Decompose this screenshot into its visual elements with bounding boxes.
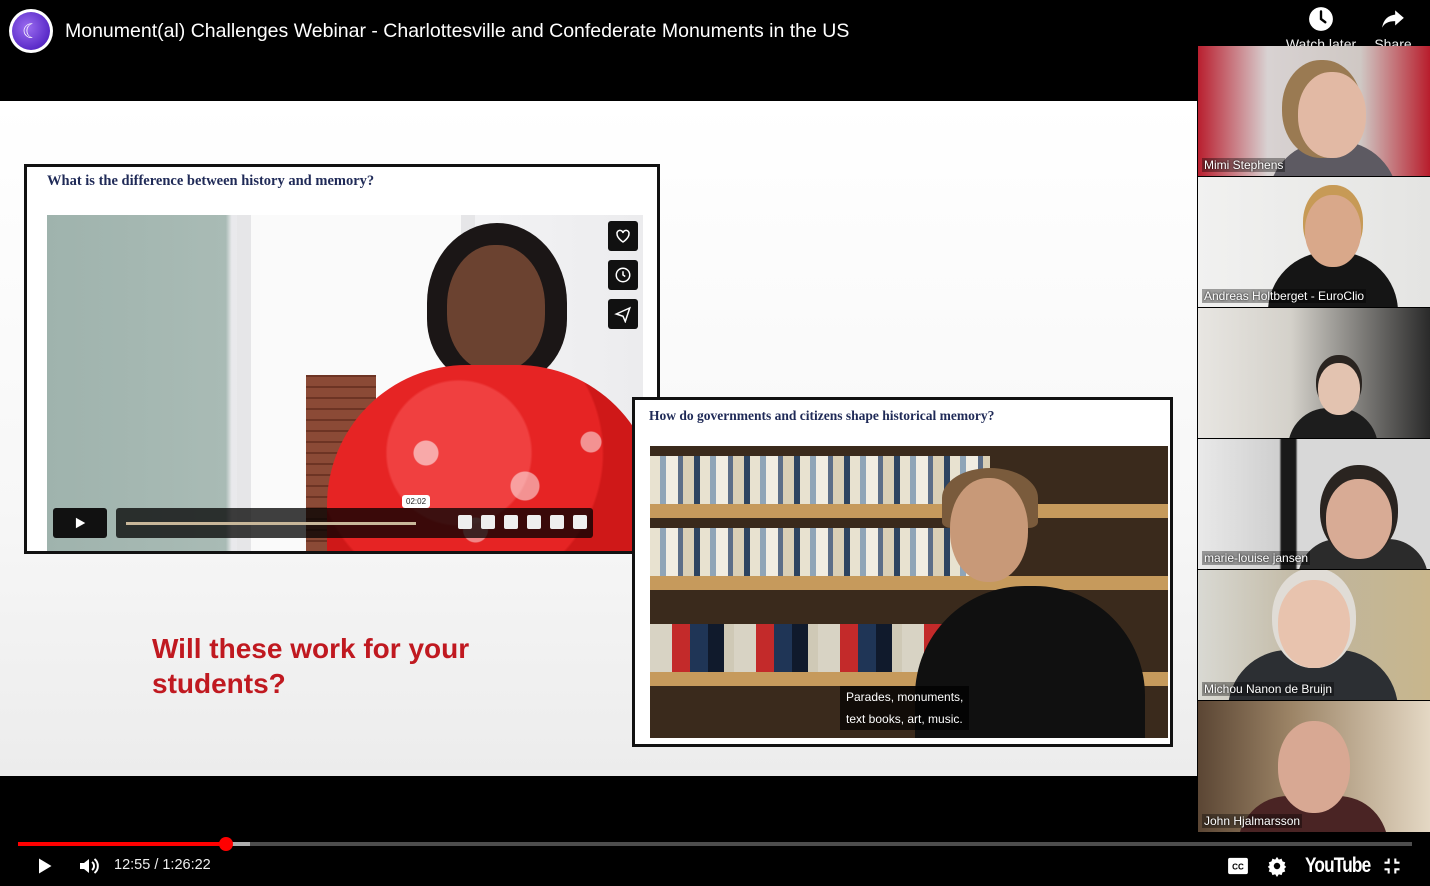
video-title[interactable]: Monument(al) Challenges Webinar - Charlo… xyxy=(65,20,849,43)
panel-question: How do governments and citizens shape hi… xyxy=(649,408,995,423)
channel-logo-icon: ☾ xyxy=(12,12,50,50)
embedded-video-1: 02:02 xyxy=(47,215,643,551)
youtube-logo[interactable]: YouTube xyxy=(1305,854,1371,878)
clock-icon xyxy=(1309,7,1333,31)
slide-question: Will these work for your students? xyxy=(152,631,469,701)
volume-icon xyxy=(80,858,99,874)
embedded-video-2: Parades, monuments, text books, art, mus… xyxy=(650,446,1168,738)
participant-name: Andreas Holtberget - EuroClio xyxy=(1202,289,1367,303)
clock-icon xyxy=(608,260,638,290)
participant-tile xyxy=(1198,308,1430,439)
participant-tile: Michou Nanon de Bruijn xyxy=(1198,570,1430,701)
participant-name: marie-louise jansen xyxy=(1202,551,1311,565)
participant-name: Michou Nanon de Bruijn xyxy=(1202,682,1335,696)
embedded-video-controls: 02:02 xyxy=(53,495,593,539)
settings-button[interactable] xyxy=(1263,852,1291,880)
speaker-face xyxy=(950,478,1028,582)
send-icon xyxy=(608,299,638,329)
video-subtitle: Parades, monuments, text books, art, mus… xyxy=(840,686,970,730)
captions-icon: CC xyxy=(1228,857,1248,875)
subtitle-line-2: text books, art, music. xyxy=(846,712,963,726)
progress-bar[interactable] xyxy=(18,837,1412,851)
heart-icon xyxy=(608,221,638,251)
question-line-1: Will these work for your xyxy=(152,633,470,664)
time-display: 12:55 / 1:26:22 xyxy=(114,857,211,873)
subtitle-line-1: Parades, monuments, xyxy=(846,690,964,704)
participant-name: John Hjalmarsson xyxy=(1202,814,1303,828)
participant-name: Mimi Stephens xyxy=(1202,158,1286,172)
exit-fullscreen-icon xyxy=(1384,858,1400,874)
play-button[interactable] xyxy=(28,850,60,882)
participant-gallery: Mimi Stephens Andreas Holtberget - EuroC… xyxy=(1198,46,1430,833)
panel-question: What is the difference between history a… xyxy=(47,173,375,189)
slide-panel-governments-citizens: How do governments and citizens shape hi… xyxy=(632,397,1173,747)
participant-tile: Mimi Stephens xyxy=(1198,46,1430,177)
participant-tile: John Hjalmarsson xyxy=(1198,701,1430,833)
share-arrow-icon xyxy=(1382,10,1404,28)
played-bar xyxy=(18,842,226,846)
embedded-control-icons xyxy=(458,515,587,529)
gear-icon xyxy=(1267,856,1287,877)
question-line-2: students? xyxy=(152,668,286,699)
time-bubble: 02:02 xyxy=(402,495,431,508)
participant-tile: marie-louise jansen xyxy=(1198,439,1430,570)
channel-avatar[interactable]: ☾ xyxy=(9,9,53,53)
exit-fullscreen-button[interactable] xyxy=(1378,852,1406,880)
slide-panel-history-memory: What is the difference between history a… xyxy=(24,164,660,554)
speaker-face xyxy=(447,245,545,371)
mute-button[interactable] xyxy=(72,850,106,882)
play-icon xyxy=(53,508,107,538)
captions-button[interactable]: CC xyxy=(1224,852,1252,880)
play-icon xyxy=(39,858,52,874)
participant-tile: Andreas Holtberget - EuroClio xyxy=(1198,177,1430,308)
presentation-slide: What is the difference between history a… xyxy=(0,101,1197,776)
scrubber-handle[interactable] xyxy=(219,837,233,851)
embedded-side-icons xyxy=(608,221,638,338)
svg-text:CC: CC xyxy=(1232,863,1244,872)
